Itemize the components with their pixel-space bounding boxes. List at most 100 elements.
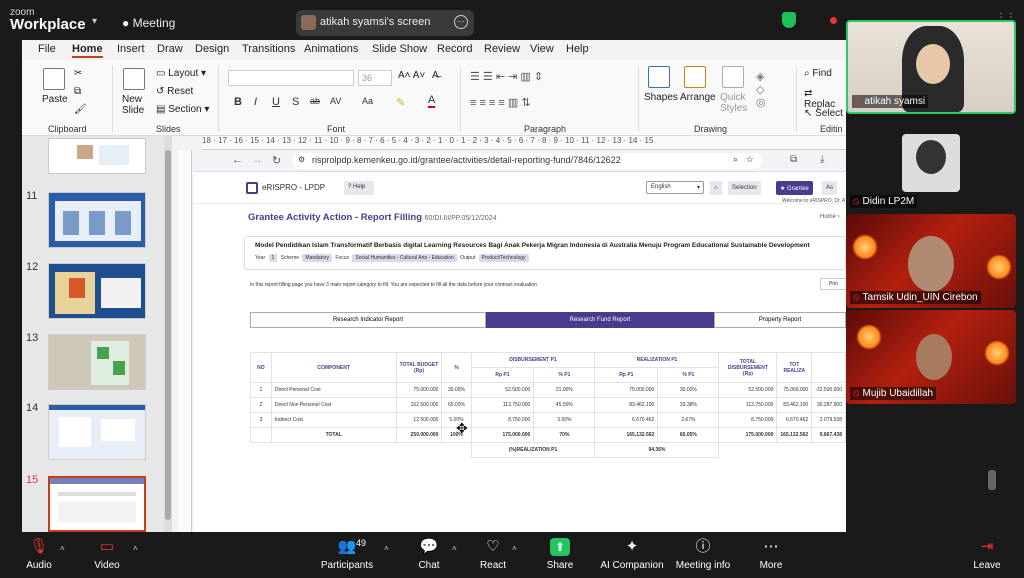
font-size-select[interactable]: 36	[358, 70, 392, 86]
slide-thumbnail[interactable]	[48, 192, 146, 248]
reset-button[interactable]: ↺ Reset	[156, 86, 193, 97]
url-bar[interactable]: ⚙ risprolpdp.kemenkeu.go.id/grantee/acti…	[292, 153, 762, 169]
menu-view[interactable]: View	[530, 43, 554, 55]
chevron-up-icon[interactable]: ˄	[384, 544, 389, 553]
chevron-up-icon[interactable]: ˄	[60, 544, 65, 553]
font-family-select[interactable]	[228, 70, 354, 86]
copy-icon[interactable]: ⧉	[74, 86, 81, 97]
meeting-info-button[interactable]: ⓘ Meeting info	[668, 538, 738, 571]
participant-video-tile[interactable]: ⦸ Tamsik Udin_UIN Cirebon	[846, 214, 1016, 308]
security-shield-icon[interactable]	[782, 12, 796, 28]
new-slide-button[interactable]: New Slide	[122, 94, 152, 116]
slide-thumbnail[interactable]	[48, 263, 146, 319]
site-info-icon[interactable]: ⚙	[298, 155, 305, 164]
participant-video-tile[interactable]: ⦸ Didin LP2M	[846, 118, 1016, 212]
new-slide-icon[interactable]	[123, 68, 145, 90]
participant-video-tile[interactable]: ⦸ Mujib Ubaidillah	[846, 310, 1016, 404]
section-button[interactable]: ▤ Section ▾	[156, 104, 209, 115]
chevron-up-icon[interactable]: ˄	[133, 544, 138, 553]
erispro-logo[interactable]: eRISPRO - LPDP	[246, 182, 325, 194]
bold-icon[interactable]: B	[234, 96, 242, 108]
tab-property[interactable]: Property Report	[714, 312, 846, 328]
arrange-icon[interactable]	[684, 66, 706, 88]
paste-button[interactable]: Paste	[42, 94, 68, 105]
select-button[interactable]: ↖ Select	[804, 108, 843, 119]
react-button[interactable]: ♡ React	[458, 538, 528, 571]
strikethrough-icon[interactable]: ab	[310, 96, 320, 106]
replace-button[interactable]: ⇄ Replac	[804, 88, 846, 110]
forward-icon[interactable]: →	[252, 154, 263, 166]
slide-thumbnail[interactable]	[48, 404, 146, 460]
find-button[interactable]: ⌕ Find	[804, 68, 832, 79]
menu-transitions[interactable]: Transitions	[242, 43, 295, 55]
shapes-icon[interactable]	[648, 66, 670, 88]
chevron-up-icon[interactable]: ˄	[452, 544, 457, 553]
increase-font-icon[interactable]: A˄ A˅	[398, 70, 425, 81]
share-button[interactable]: ⬆ Share	[525, 538, 595, 571]
more-button[interactable]: ⋯ More	[736, 538, 806, 571]
menu-file[interactable]: File	[38, 43, 56, 55]
slide-thumbnail[interactable]	[48, 138, 146, 174]
tab-research-indicator[interactable]: Research Indicator Report	[250, 312, 486, 328]
slide-thumbnail[interactable]	[48, 334, 146, 390]
arrange-button[interactable]: Arrange	[680, 92, 716, 103]
screen-share-indicator[interactable]: atikah syamsi's screen ···	[296, 10, 474, 36]
quick-styles-icon[interactable]	[722, 66, 744, 88]
star-icon[interactable]: ☆	[746, 154, 754, 165]
italic-icon[interactable]: I	[254, 96, 257, 108]
participant-video-tile[interactable]: ⦸ atikah syamsi	[846, 20, 1016, 114]
menu-animations[interactable]: Animations	[304, 43, 358, 55]
extensions-icon[interactable]: ⧉	[790, 154, 797, 165]
layout-button[interactable]: ▭ Layout ▾	[156, 68, 206, 79]
quick-styles-button[interactable]: Quick Styles	[720, 92, 750, 114]
chevron-up-icon[interactable]: ˄	[512, 544, 517, 553]
menu-slide-show[interactable]: Slide Show	[372, 43, 427, 55]
selection-button[interactable]: Selection	[728, 181, 761, 195]
shapes-button[interactable]: Shapes	[644, 92, 678, 103]
menu-insert[interactable]: Insert	[117, 43, 145, 55]
language-select[interactable]: English ▾	[646, 181, 704, 194]
chevron-down-icon[interactable]: ▾	[92, 16, 97, 27]
help-button[interactable]: ? Help	[344, 181, 374, 195]
paste-icon[interactable]	[43, 68, 65, 90]
grantee-button[interactable]: ★ Grantee	[776, 181, 813, 195]
as-button[interactable]: As	[822, 181, 838, 195]
back-icon[interactable]: ←	[232, 154, 243, 166]
cut-icon[interactable]: ✂	[74, 68, 82, 79]
slide-thumbnail-selected[interactable]	[48, 476, 146, 532]
menu-home[interactable]: Home	[72, 43, 103, 58]
download-icon[interactable]: ⤓	[820, 154, 824, 165]
scrollbar-thumb[interactable]	[165, 150, 171, 520]
menu-design[interactable]: Design	[195, 43, 229, 55]
video-button[interactable]: ▭ Video	[72, 538, 142, 571]
meeting-menu[interactable]: ● Meeting	[122, 16, 175, 30]
menu-help[interactable]: Help	[566, 43, 589, 55]
zoom-icon[interactable]: ⌕	[733, 154, 738, 165]
align-icons[interactable]: ≡ ≡ ≡ ≡ ▥ ⇅	[470, 96, 531, 109]
underline-icon[interactable]: U	[272, 96, 280, 108]
menu-draw[interactable]: Draw	[157, 43, 183, 55]
reload-icon[interactable]: ↻	[272, 154, 281, 167]
format-painter-icon[interactable]: 🖌	[74, 104, 87, 115]
menu-record[interactable]: Record	[437, 43, 472, 55]
clear-format-icon[interactable]: A̶	[432, 70, 439, 81]
ai-companion-button[interactable]: ✦ AI Companion	[594, 538, 670, 571]
scrollbar-thumb[interactable]	[988, 470, 996, 490]
participants-button[interactable]: 👥 49 Participants	[312, 538, 382, 571]
chat-button[interactable]: 💬 Chat	[394, 538, 464, 571]
char-spacing-icon[interactable]: AV	[330, 96, 341, 106]
menu-review[interactable]: Review	[484, 43, 520, 55]
breadcrumb[interactable]: Home ›	[820, 214, 840, 220]
home-button[interactable]: ⌂	[710, 181, 722, 195]
shadow-icon[interactable]: S	[292, 96, 299, 108]
bullets-icon[interactable]: ☰ ☰ ⇤ ⇥ ▥ ⇕	[470, 70, 543, 83]
gallery-scrollbar[interactable]	[988, 470, 996, 530]
font-color-icon[interactable]: A	[428, 94, 436, 108]
change-case-icon[interactable]: Aa	[362, 96, 373, 106]
shape-fill-icon[interactable]: ◈ ◇ ◎	[756, 70, 766, 109]
thumbnail-scrollbar[interactable]	[164, 136, 172, 532]
highlight-icon[interactable]: ✎	[396, 96, 405, 109]
audio-button[interactable]: 🎙 Audio	[4, 538, 74, 571]
leave-button[interactable]: ⇥ Leave	[952, 538, 1022, 571]
tab-research-fund[interactable]: Research Fund Report	[486, 312, 714, 328]
